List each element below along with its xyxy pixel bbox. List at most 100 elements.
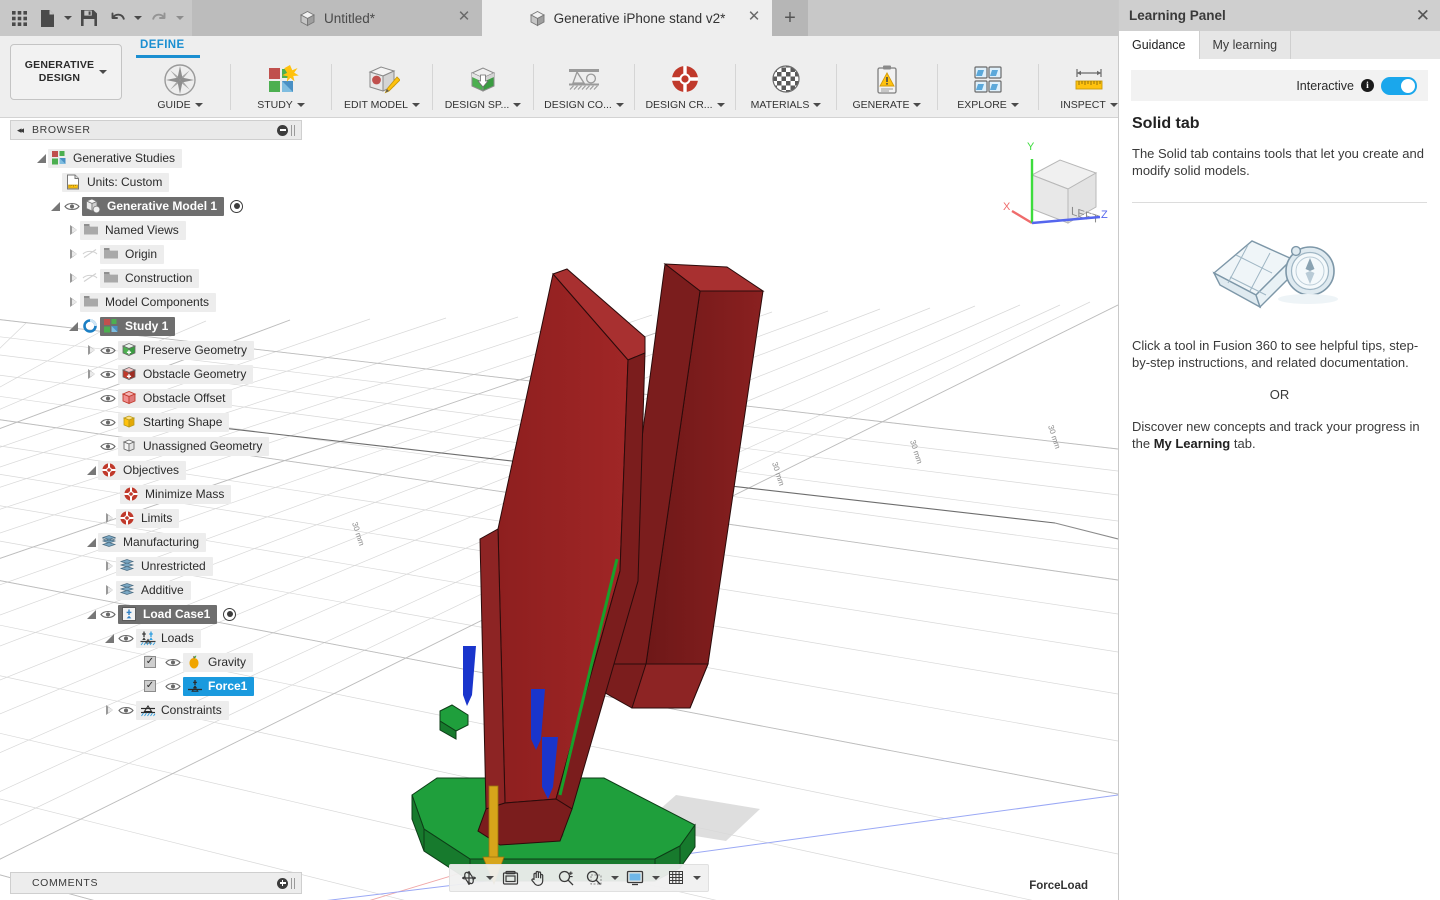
tree-row-units[interactable]: Units: Custom xyxy=(10,170,306,194)
zoom-icon[interactable] xyxy=(553,866,579,890)
chevron-down-icon[interactable] xyxy=(716,102,725,107)
comments-panel[interactable]: COMMENTS xyxy=(10,872,302,894)
twisty-open-icon[interactable] xyxy=(102,626,116,650)
twisty-closed-icon[interactable] xyxy=(102,506,116,530)
chevron-down-icon[interactable] xyxy=(913,102,922,107)
tree-row-unrestricted[interactable]: Unrestricted xyxy=(10,554,306,578)
visibility-eye-icon[interactable] xyxy=(98,362,118,386)
visibility-eye-icon[interactable] xyxy=(62,194,82,218)
resize-grip[interactable] xyxy=(291,877,295,889)
tree-row-starting-shape[interactable]: Starting Shape xyxy=(10,410,306,434)
pan-hand-icon[interactable] xyxy=(525,866,551,890)
chevron-down-icon[interactable] xyxy=(813,102,822,107)
visibility-eye-icon[interactable] xyxy=(163,650,183,674)
tree-row-objectives[interactable]: Objectives xyxy=(10,458,306,482)
ribbon-button-edit-model[interactable]: EDIT MODEL xyxy=(332,60,432,118)
document-tab-generative-iphone-stand[interactable]: Generative iPhone stand v2* ✕ xyxy=(482,0,772,36)
visibility-eye-icon[interactable] xyxy=(98,338,118,362)
twisty-open-icon[interactable] xyxy=(48,194,62,218)
visibility-eye-off-icon[interactable] xyxy=(80,242,100,266)
tree-node[interactable]: Unassigned Geometry xyxy=(118,436,270,456)
new-file-caret-icon[interactable] xyxy=(62,3,74,33)
tree-node[interactable]: Construction xyxy=(100,268,200,288)
twisty-closed-icon[interactable] xyxy=(66,266,80,290)
workspace-switcher-button[interactable]: GENERATIVE DESIGN xyxy=(10,44,122,100)
tree-row-loads[interactable]: Loads xyxy=(10,626,306,650)
pan-view-icon[interactable] xyxy=(497,866,523,890)
activate-radio-icon[interactable] xyxy=(230,199,244,213)
tree-row-unassigned-geometry[interactable]: Unassigned Geometry xyxy=(10,434,306,458)
gravity-checkbox[interactable]: ✓ xyxy=(144,656,156,668)
tab-define[interactable]: DEFINE xyxy=(130,36,195,55)
document-tab-untitled[interactable]: Untitled* ✕ xyxy=(192,0,482,36)
tree-node[interactable]: Unrestricted xyxy=(116,556,213,576)
tree-node[interactable]: Named Views xyxy=(80,220,186,240)
save-icon[interactable] xyxy=(76,3,102,33)
tree-node[interactable]: Objectives xyxy=(98,460,187,480)
visibility-eye-icon[interactable] xyxy=(116,626,136,650)
tree-node[interactable]: Preserve Geometry xyxy=(118,340,255,360)
tree-node[interactable]: Obstacle Offset xyxy=(118,388,233,408)
twisty-closed-icon[interactable] xyxy=(102,578,116,602)
ribbon-button-design-space[interactable]: DESIGN SP... xyxy=(433,60,533,118)
tree-node[interactable]: Limits xyxy=(116,508,180,528)
navigation-bar[interactable] xyxy=(449,864,709,892)
twisty-closed-icon[interactable] xyxy=(102,698,116,722)
tree-node[interactable]: Generative Model 1 xyxy=(82,196,225,216)
tree-row-generative-model-1[interactable]: Generative Model 1 xyxy=(10,194,306,218)
tree-node[interactable]: Constraints xyxy=(136,700,229,720)
undo-caret-icon[interactable] xyxy=(132,3,144,33)
chevron-down-icon[interactable] xyxy=(1010,102,1019,107)
twisty-open-icon[interactable] xyxy=(84,602,98,626)
ribbon-button-materials[interactable]: MATERIALS xyxy=(736,60,836,118)
close-icon[interactable]: ✕ xyxy=(1416,7,1430,24)
twisty-open-icon[interactable] xyxy=(84,530,98,554)
tree-row-study-1[interactable]: Study 1 xyxy=(10,314,306,338)
close-icon[interactable]: ✕ xyxy=(456,9,472,26)
view-cube[interactable]: LEFT X Y Z xyxy=(1002,131,1114,239)
redo-icon[interactable] xyxy=(146,3,172,33)
chevron-down-icon[interactable] xyxy=(296,102,305,107)
twisty-closed-icon[interactable] xyxy=(84,338,98,362)
resize-grip[interactable] xyxy=(291,124,295,136)
twisty-closed-icon[interactable] xyxy=(84,362,98,386)
tree-row-gravity[interactable]: ✓ Gravity xyxy=(10,650,306,674)
tab-guidance[interactable]: Guidance xyxy=(1119,31,1200,59)
twisty-open-icon[interactable] xyxy=(34,146,48,170)
chevron-down-icon[interactable] xyxy=(1109,102,1118,107)
tree-node[interactable]: Origin xyxy=(100,244,165,264)
display-caret-icon[interactable] xyxy=(650,866,661,890)
app-grid-icon[interactable] xyxy=(6,3,32,33)
tree-node[interactable]: Obstacle Geometry xyxy=(118,364,254,384)
tree-node[interactable]: Manufacturing xyxy=(98,532,207,552)
tree-row-minimize-mass[interactable]: Minimize Mass xyxy=(10,482,306,506)
tree-row-constraints[interactable]: Constraints xyxy=(10,698,306,722)
visibility-eye-icon[interactable] xyxy=(163,674,183,698)
collapse-all-icon[interactable] xyxy=(277,124,288,136)
tree-row-manufacturing[interactable]: Manufacturing xyxy=(10,530,306,554)
tree-row-obstacle-geometry[interactable]: Obstacle Geometry xyxy=(10,362,306,386)
activate-radio-icon[interactable] xyxy=(223,607,237,621)
zoom-window-icon[interactable] xyxy=(581,866,607,890)
ribbon-button-study[interactable]: STUDY xyxy=(231,60,331,118)
ribbon-button-design-criteria[interactable]: DESIGN CR... xyxy=(635,60,735,118)
tree-node[interactable]: Units: Custom xyxy=(62,172,170,192)
tree-node[interactable]: Load Case1 xyxy=(118,604,218,624)
chevron-down-icon[interactable] xyxy=(615,102,624,107)
tree-row-construction[interactable]: Construction xyxy=(10,266,306,290)
twisty-open-icon[interactable] xyxy=(66,314,80,338)
twisty-closed-icon[interactable] xyxy=(66,290,80,314)
tree-node[interactable]: Generative Studies xyxy=(48,148,183,168)
twisty-closed-icon[interactable] xyxy=(66,242,80,266)
tree-node[interactable]: Additive xyxy=(116,580,191,600)
tree-node[interactable]: Study 1 xyxy=(100,316,176,336)
undo-icon[interactable] xyxy=(104,3,130,33)
orbit-icon[interactable] xyxy=(456,866,482,890)
twisty-closed-icon[interactable] xyxy=(102,554,116,578)
visibility-eye-off-icon[interactable] xyxy=(80,266,100,290)
tree-node[interactable]: Gravity xyxy=(183,652,254,672)
zoom-window-caret-icon[interactable] xyxy=(609,866,620,890)
ribbon-button-explore[interactable]: EXPLORE xyxy=(938,60,1038,118)
chevron-down-icon[interactable] xyxy=(99,70,108,74)
tab-my-learning[interactable]: My learning xyxy=(1200,31,1292,59)
